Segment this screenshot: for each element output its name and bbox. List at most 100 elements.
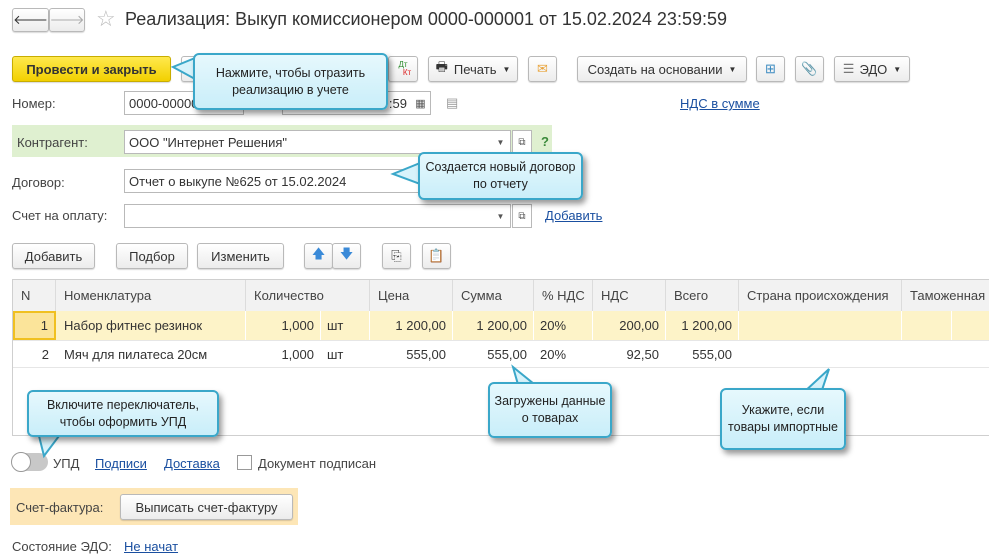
move-up-button[interactable]: 🡅 — [304, 243, 333, 269]
copy-button[interactable]: ⎘ — [382, 243, 411, 269]
cell-country[interactable] — [739, 341, 902, 367]
counterparty-open-button[interactable]: ⧉ — [512, 130, 532, 154]
col-nomenclature[interactable]: Номенклатура — [56, 280, 246, 311]
col-n[interactable]: N — [13, 280, 56, 311]
cell-customs[interactable] — [902, 341, 952, 367]
callout-contract: Создается новый договор по отчету — [418, 152, 583, 200]
col-country[interactable]: Страна происхождения — [739, 280, 902, 311]
chevron-down-icon: ▼ — [893, 64, 902, 74]
email-button[interactable]: ✉ — [528, 56, 557, 82]
structure-button[interactable]: ⊞ — [756, 56, 785, 82]
cell-n[interactable]: 2 — [13, 341, 56, 367]
calendar-icon: ▦ — [415, 97, 426, 110]
chevron-down-icon: ▼ — [496, 137, 505, 147]
cell-vat[interactable]: 200,00 — [593, 311, 666, 340]
payment-invoice-label: Счет на оплату: — [12, 208, 108, 223]
attach-button[interactable]: 📎 — [795, 56, 824, 82]
col-price[interactable]: Цена — [370, 280, 453, 311]
dt-kt-button[interactable]: Дт Кт — [388, 56, 418, 82]
edo-status-label: Состояние ЭДО: — [12, 539, 112, 554]
cell-total[interactable]: 1 200,00 — [666, 311, 739, 340]
edo-status-link[interactable]: Не начат — [124, 539, 178, 554]
arrow-down-icon: 🡇 — [339, 246, 354, 261]
create-based-on-button[interactable]: Создать на основании ▼ — [577, 56, 747, 82]
col-total[interactable]: Всего — [666, 280, 739, 311]
col-quantity[interactable]: Количество — [246, 280, 370, 311]
structure-icon: ⊞ — [765, 61, 776, 76]
contract-input[interactable]: Отчет о выкупе №625 от 15.02.2024 — [124, 169, 424, 193]
chevron-down-icon: ▼ — [728, 64, 737, 74]
arrow-right-icon: 🡒 — [49, 12, 85, 27]
print-button[interactable]: 🖶 Печать ▼ — [428, 56, 518, 82]
copy-icon: ⎘ — [391, 248, 402, 263]
arrow-left-icon: 🡐 — [13, 12, 48, 27]
print-label: Печать — [453, 61, 497, 77]
delivery-link[interactable]: Доставка — [164, 456, 220, 471]
counterparty-input[interactable]: ООО "Интернет Решения" — [124, 130, 492, 154]
cell-customs[interactable] — [902, 311, 952, 340]
pick-button[interactable]: Подбор — [116, 243, 188, 269]
cell-vat-rate[interactable]: 20% — [534, 311, 593, 340]
number-label: Номер: — [12, 96, 56, 111]
cell-unit[interactable]: шт — [321, 341, 370, 367]
callout-upd: Включите переключатель, чтобы оформить У… — [27, 390, 219, 437]
printer-icon: 🖶 — [435, 59, 448, 74]
cell-qty[interactable]: 1,000 — [246, 341, 321, 367]
add-row-button[interactable]: Добавить — [12, 243, 95, 269]
signatures-link[interactable]: Подписи — [95, 456, 147, 471]
issue-invoice-button[interactable]: Выписать счет-фактуру — [120, 494, 293, 520]
add-invoice-link[interactable]: Добавить — [545, 208, 602, 223]
table-header: N Номенклатура Количество Цена Сумма % Н… — [13, 280, 989, 311]
cell-qty[interactable]: 1,000 — [246, 311, 321, 340]
toggle-knob — [11, 452, 31, 472]
comment-icon[interactable]: ▤ — [446, 95, 458, 111]
envelope-icon: ✉ — [537, 61, 548, 76]
arrow-up-icon: 🡅 — [311, 246, 326, 261]
cell-country[interactable] — [739, 311, 902, 340]
table-row[interactable]: 2 Мяч для пилатеса 20см 1,000 шт 555,00 … — [13, 341, 989, 368]
payment-invoice-dropdown[interactable]: ▼ — [491, 204, 511, 228]
signed-checkbox[interactable] — [237, 455, 252, 470]
kt-icon: Кт — [402, 68, 412, 77]
post-and-close-button[interactable]: Провести и закрыть — [12, 56, 171, 82]
invoice-label: Счет-фактура: — [16, 500, 104, 515]
calendar-button[interactable]: ▦ — [411, 91, 431, 115]
cell-name[interactable]: Мяч для пилатеса 20см — [56, 341, 246, 367]
callout-post: Нажмите, чтобы отразить реализацию в уче… — [193, 53, 388, 110]
cell-name[interactable]: Набор фитнес резинок — [56, 311, 246, 340]
paste-button: 📋 — [422, 243, 451, 269]
col-sum[interactable]: Сумма — [453, 280, 534, 311]
cell-vat[interactable]: 92,50 — [593, 341, 666, 367]
paste-icon: 📋 — [428, 248, 445, 263]
cell-total[interactable]: 555,00 — [666, 341, 739, 367]
contract-label: Договор: — [12, 175, 65, 190]
cell-price[interactable]: 1 200,00 — [370, 311, 453, 340]
counterparty-label: Контрагент: — [17, 135, 88, 150]
favorite-star-icon[interactable]: ☆ — [96, 6, 116, 32]
cell-unit[interactable]: шт — [321, 311, 370, 340]
chevron-down-icon: ▼ — [502, 64, 511, 74]
callout-import: Укажите, если товары импортные — [720, 388, 846, 450]
vat-in-sum-link[interactable]: НДС в сумме — [680, 96, 760, 111]
create-based-label: Создать на основании — [587, 61, 723, 77]
edit-button[interactable]: Изменить — [197, 243, 284, 269]
move-down-button[interactable]: 🡇 — [332, 243, 361, 269]
col-vat-rate[interactable]: % НДС — [534, 280, 593, 311]
callout-goods: Загружены данные о товарах — [488, 382, 612, 438]
help-icon[interactable]: ? — [541, 134, 549, 149]
counterparty-dropdown[interactable]: ▼ — [491, 130, 511, 154]
payment-invoice-open-button[interactable]: ⧉ — [512, 204, 532, 228]
cell-price[interactable]: 555,00 — [370, 341, 453, 367]
cell-sum[interactable]: 1 200,00 — [453, 311, 534, 340]
col-customs[interactable]: Таможенная — [902, 280, 989, 311]
edo-label: ЭДО — [859, 61, 888, 77]
cell-n[interactable]: 1 — [13, 311, 56, 340]
col-vat[interactable]: НДС — [593, 280, 666, 311]
chevron-down-icon: ▼ — [496, 211, 505, 221]
edo-button[interactable]: ☰ ЭДО ▼ — [834, 56, 910, 82]
payment-invoice-input[interactable] — [124, 204, 492, 228]
table-row[interactable]: 1 Набор фитнес резинок 1,000 шт 1 200,00… — [13, 311, 989, 341]
back-button[interactable]: 🡐 — [12, 8, 49, 32]
forward-button[interactable]: 🡒 — [49, 8, 85, 32]
open-icon: ⧉ — [518, 136, 526, 148]
